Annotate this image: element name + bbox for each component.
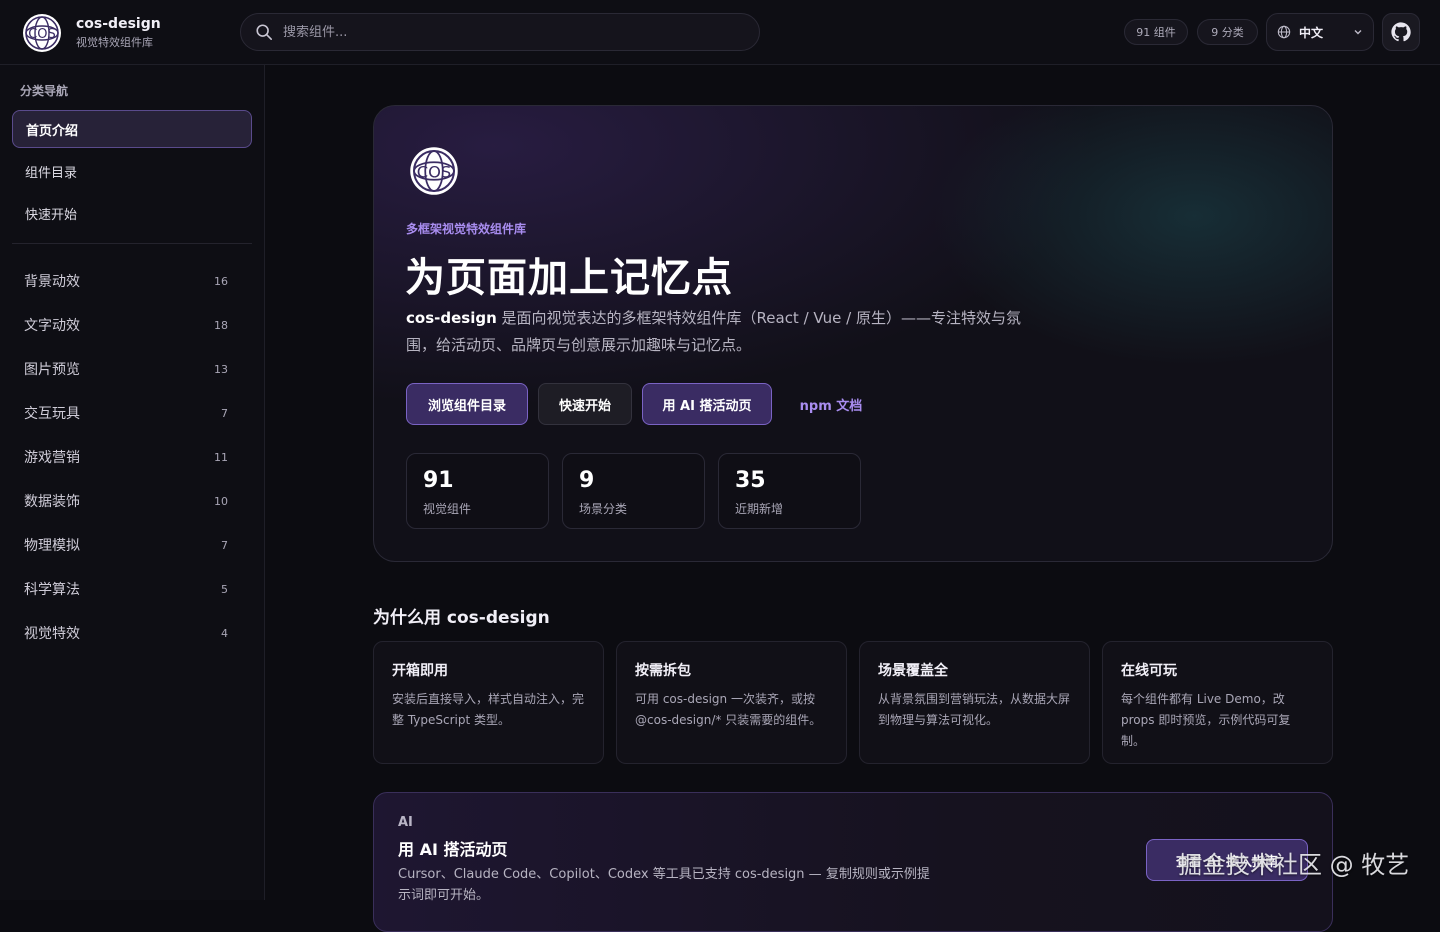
category-label: 图片预览 [24,362,80,378]
feature-title: 场景覆盖全 [878,663,948,679]
sidebar-category-interactive[interactable]: 交互玩具 7 [12,394,252,432]
sidebar-item-quickstart[interactable]: 快速开始 [12,194,252,232]
sidebar-category-background[interactable]: 背景动效 16 [12,262,252,300]
feature-card: 开箱即用 安装后直接导入，样式自动注入，完整 TypeScript 类型。 [373,641,604,764]
category-count: 5 [221,582,228,596]
feature-description: 安装后直接导入，样式自动注入，完整 TypeScript 类型。 [392,692,585,727]
category-label: 视觉特效 [24,626,80,642]
sidebar-category-science[interactable]: 科学算法 5 [12,570,252,608]
category-label: 背景动效 [24,274,80,290]
category-count-badge: 9 分类 [1197,19,1258,45]
category-label: 物理模拟 [24,538,80,554]
github-icon [1391,22,1411,42]
sidebar-category-physics[interactable]: 物理模拟 7 [12,526,252,564]
hero-description: cos-design 是面向视觉表达的多框架特效组件库（React / Vue … [406,305,1036,359]
brand-subtitle: 视觉特效组件库 [76,36,153,49]
stat-value: 9 [579,468,595,493]
sidebar: 分类导航 首页介绍 组件目录 快速开始 背景动效 16 文字动效 18 图片预览… [0,65,265,900]
top-bar: COS cos-design 视觉特效组件库 91 组件 9 分类 中文 [0,0,1440,65]
brand[interactable]: COS cos-design 视觉特效组件库 [22,13,161,53]
npm-docs-link[interactable]: npm 文档 [784,383,878,425]
ai-landing-button[interactable]: 用 AI 搭活动页 [642,383,772,425]
stat-card-recent: 35 近期新增 [718,453,861,529]
globe-icon [1277,25,1291,39]
search-icon [256,24,273,41]
category-count: 4 [221,626,228,640]
feature-description: 每个组件都有 Live Demo，改 props 即时预览，示例代码可复制。 [1121,692,1291,748]
search-input[interactable] [283,24,723,40]
feature-description: 可用 cos-design 一次装齐，或按 @cos-design/* 只装需要… [635,692,822,727]
cos-logo-icon: COS [23,14,61,52]
search-bar[interactable] [240,13,760,51]
svg-text:COS: COS [417,162,451,181]
category-count: 18 [214,318,228,332]
category-count: 13 [214,362,228,376]
feature-card: 在线可玩 每个组件都有 Live Demo，改 props 即时预览，示例代码可… [1102,641,1333,764]
ai-tag: AI [398,815,413,830]
why-section-title: 为什么用 cos-design [373,608,550,628]
category-label: 数据装饰 [24,494,80,510]
stat-label: 近期新增 [735,502,784,516]
category-count: 7 [221,406,228,420]
stat-label: 视觉组件 [423,502,472,516]
stat-value: 35 [735,468,766,493]
feature-card: 场景覆盖全 从背景氛围到营销玩法，从数据大屏到物理与算法可视化。 [859,641,1090,764]
category-label: 科学算法 [24,582,80,598]
github-button[interactable] [1382,13,1420,51]
hero-eyebrow: 多框架视觉特效组件库 [406,222,527,236]
sidebar-category-data[interactable]: 数据装饰 10 [12,482,252,520]
watermark: 掘金技术社区 @ 牧艺 [1178,851,1410,879]
category-count: 11 [214,450,228,464]
category-label: 交互玩具 [24,406,80,422]
category-count: 7 [221,538,228,552]
category-label: 游戏营销 [24,450,80,466]
sidebar-category-text[interactable]: 文字动效 18 [12,306,252,344]
category-count: 10 [214,494,228,508]
stat-card-categories: 9 场景分类 [562,453,705,529]
stat-value: 91 [423,468,454,493]
hero-card: COS 多框架视觉特效组件库 为页面加上记忆点 cos-design 是面向视觉… [373,105,1333,562]
feature-card: 按需拆包 可用 cos-design 一次装齐，或按 @cos-design/*… [616,641,847,764]
browse-catalog-button[interactable]: 浏览组件目录 [406,383,528,425]
feature-title: 开箱即用 [392,663,448,679]
sidebar-divider [12,243,252,244]
hero-title: 为页面加上记忆点 [405,255,733,301]
stat-card-components: 91 视觉组件 [406,453,549,529]
sidebar-category-visual[interactable]: 视觉特效 4 [12,614,252,652]
sidebar-title: 分类导航 [20,84,69,98]
sidebar-category-marketing[interactable]: 游戏营销 11 [12,438,252,476]
svg-text:COS: COS [28,27,56,42]
component-count-badge: 91 组件 [1124,19,1188,45]
feature-title: 按需拆包 [635,663,691,679]
feature-title: 在线可玩 [1121,663,1177,679]
sidebar-category-image[interactable]: 图片预览 13 [12,350,252,388]
cos-logo-icon: COS [410,147,458,195]
language-label: 中文 [1299,25,1324,40]
chevron-down-icon [1354,30,1362,35]
ai-card-title: 用 AI 搭活动页 [398,840,508,859]
language-select[interactable]: 中文 [1266,13,1374,51]
category-label: 文字动效 [24,318,80,334]
sidebar-item-home[interactable]: 首页介绍 [12,110,252,148]
feature-description: 从背景氛围到营销玩法，从数据大屏到物理与算法可视化。 [878,692,1071,727]
category-count: 16 [214,274,228,288]
stat-label: 场景分类 [579,502,628,516]
quickstart-button[interactable]: 快速开始 [538,383,632,425]
brand-name: cos-design [76,16,161,32]
hero-desc-text: 是面向视觉表达的多框架特效组件库（React / Vue / 原生）——专注特效… [406,309,1021,354]
sidebar-item-catalog[interactable]: 组件目录 [12,152,252,190]
hero-desc-brand: cos-design [406,309,497,327]
